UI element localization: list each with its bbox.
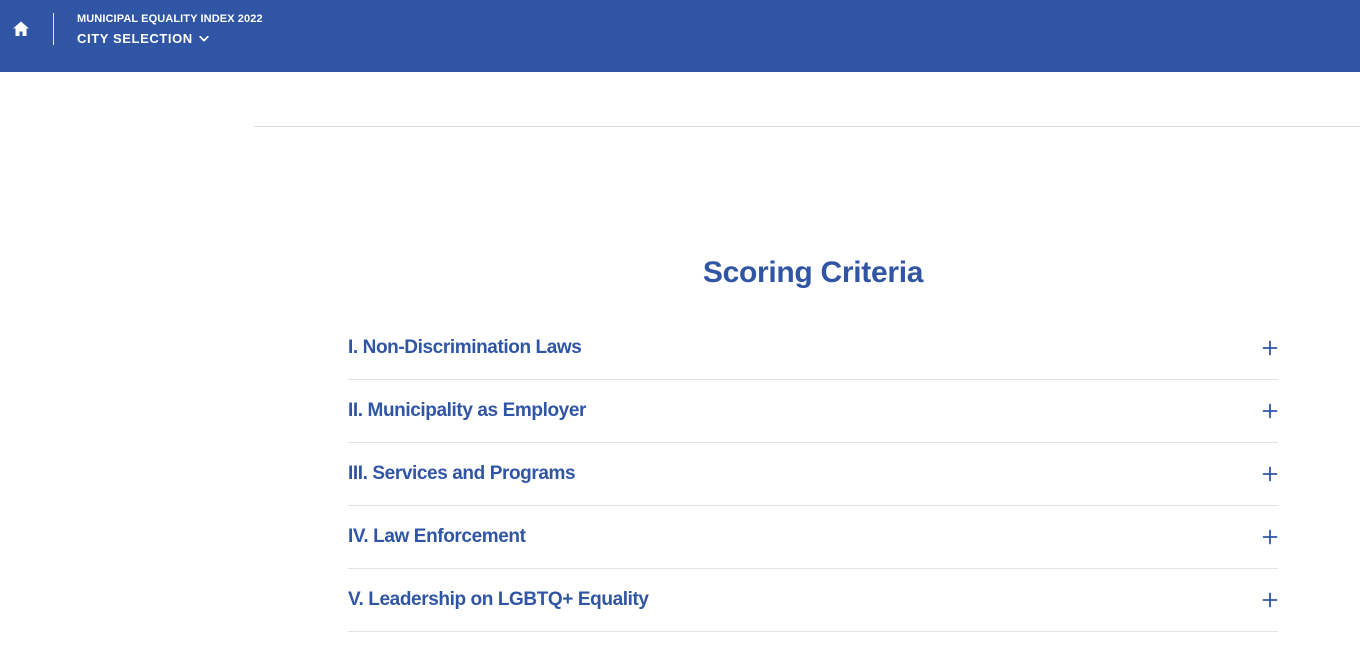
index-title: MUNICIPAL EQUALITY INDEX 2022 xyxy=(77,13,263,25)
plus-icon[interactable] xyxy=(1262,403,1278,419)
city-selection-label: CITY SELECTION xyxy=(77,31,193,46)
chevron-down-icon xyxy=(199,35,209,41)
criterion-label: V. Leadership on LGBTQ+ Equality xyxy=(348,589,649,610)
criterion-label: III. Services and Programs xyxy=(348,463,576,484)
plus-icon[interactable] xyxy=(1262,529,1278,545)
home-button[interactable] xyxy=(11,19,31,39)
plus-icon[interactable] xyxy=(1262,466,1278,482)
content-divider xyxy=(254,126,1360,127)
page-title: Scoring Criteria xyxy=(702,256,924,289)
criterion-municipality-as-employer[interactable]: II. Municipality as Employer xyxy=(348,380,1278,443)
header-divider xyxy=(53,13,54,45)
plus-icon[interactable] xyxy=(1262,592,1278,608)
criterion-law-enforcement[interactable]: IV. Law Enforcement xyxy=(348,506,1278,569)
criterion-label: IV. Law Enforcement xyxy=(348,526,526,547)
top-navigation-bar: MUNICIPAL EQUALITY INDEX 2022 CITY SELEC… xyxy=(0,0,1360,72)
plus-icon[interactable] xyxy=(1262,340,1278,356)
criterion-label: I. Non-Discrimination Laws xyxy=(348,337,582,358)
criterion-leadership-on-lgbtq-equality[interactable]: V. Leadership on LGBTQ+ Equality xyxy=(348,569,1278,632)
criterion-label: II. Municipality as Employer xyxy=(348,400,586,421)
criterion-non-discrimination-laws[interactable]: I. Non-Discrimination Laws xyxy=(348,317,1278,380)
criterion-services-and-programs[interactable]: III. Services and Programs xyxy=(348,443,1278,506)
scoring-criteria-accordion: I. Non-Discrimination Laws II. Municipal… xyxy=(348,317,1278,632)
city-selection-dropdown[interactable]: CITY SELECTION xyxy=(77,31,209,46)
home-icon xyxy=(13,21,29,36)
